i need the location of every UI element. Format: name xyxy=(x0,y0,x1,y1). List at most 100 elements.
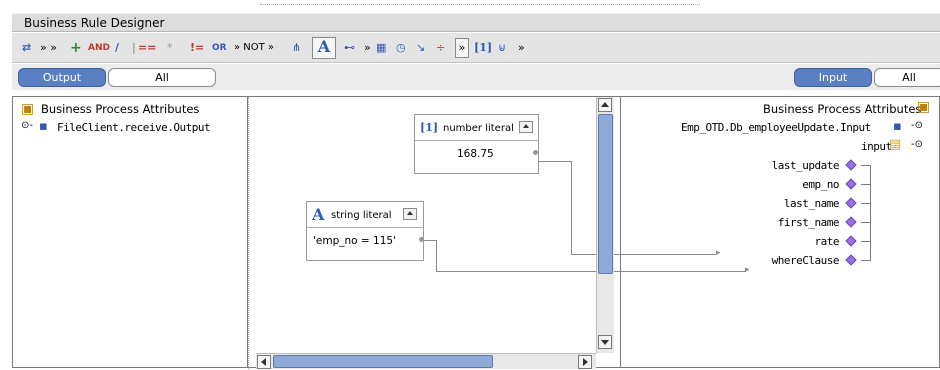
output-port[interactable] xyxy=(533,150,538,155)
string-literal-value[interactable]: 'emp_no = 115' xyxy=(313,235,396,247)
collapse-icon[interactable] xyxy=(403,208,417,220)
field-diamond-icon xyxy=(845,254,857,266)
not-icon[interactable]: » NOT » xyxy=(234,39,274,57)
collapse-icon[interactable] xyxy=(519,121,533,133)
tab-input[interactable]: Input xyxy=(794,68,872,87)
tab-output[interactable]: Output xyxy=(18,68,106,87)
otd-icon: ▪ xyxy=(39,119,48,134)
clock-icon[interactable]: ◷ xyxy=(396,39,406,57)
tab-all-right[interactable]: All xyxy=(874,68,940,87)
tab-all-left[interactable]: All xyxy=(108,68,216,87)
string-literal-label: string literal xyxy=(331,210,392,221)
and-icon[interactable]: AND xyxy=(88,39,110,57)
connector-line xyxy=(571,161,572,255)
scroll-down-button[interactable] xyxy=(598,335,612,349)
number-literal-icon[interactable]: [1] xyxy=(474,39,492,57)
arrow-down-icon xyxy=(601,340,609,345)
tree-branch-icon xyxy=(861,222,870,223)
or-icon[interactable]: OR xyxy=(212,39,227,57)
connector-arrow-icon: ▸ xyxy=(745,265,750,275)
designer-title-bar: Business Rule Designer xyxy=(12,13,940,32)
number-literal-value[interactable]: 168.75 xyxy=(457,148,494,160)
arrow-up-icon xyxy=(601,102,609,107)
arrow-left-icon xyxy=(261,358,266,366)
horizontal-scrollbar[interactable] xyxy=(256,353,596,369)
expand-toggle-icon[interactable]: ⊙- xyxy=(21,120,33,131)
tree-root-label: Business Process Attributes xyxy=(41,102,200,116)
number-literal-header: [1] number literal xyxy=(415,115,538,141)
expand-icon[interactable]: » xyxy=(455,38,469,58)
connector-line xyxy=(436,240,437,271)
window-title: Business Rule Designer xyxy=(24,16,165,30)
tree-branch-icon xyxy=(861,241,870,242)
right-tab-bar: Input All xyxy=(620,64,940,90)
toolbar-separator-icon: | xyxy=(132,41,136,54)
string-literal-header: A string literal xyxy=(307,202,423,228)
calendar-icon[interactable]: ▦ xyxy=(376,39,386,57)
field-first-name[interactable]: first_name xyxy=(761,216,840,229)
mapping-canvas[interactable]: [1] number literal 168.75 A string liter… xyxy=(248,96,620,369)
scroll-up-button[interactable] xyxy=(598,98,612,112)
slash-icon[interactable]: / xyxy=(115,39,119,57)
scroll-right-button[interactable] xyxy=(578,355,592,369)
toolbar-chevron-icon[interactable]: » xyxy=(364,39,371,57)
string-literal-box[interactable]: A string literal 'emp_no = 115' xyxy=(306,201,424,261)
expand-toggle-icon[interactable]: -⊙ xyxy=(911,139,923,150)
field-diamond-icon xyxy=(845,197,857,209)
left-tab-bar: Output All xyxy=(12,64,248,90)
vertical-scroll-thumb[interactable] xyxy=(598,114,613,274)
connector-line xyxy=(621,254,716,255)
field-diamond-icon xyxy=(845,235,857,247)
tree-branch-icon xyxy=(861,184,870,185)
field-diamond-icon xyxy=(845,178,857,190)
input-folder-icon: ▤ xyxy=(889,137,902,152)
tree-branch-icon xyxy=(861,260,870,261)
field-diamond-icon xyxy=(845,216,857,228)
tree-vertical-line xyxy=(870,165,871,261)
field-last-update[interactable]: last_update xyxy=(761,159,840,172)
plus-icon[interactable]: + xyxy=(70,39,82,57)
toolbar-chevrons[interactable]: » » xyxy=(40,39,57,57)
connector-arrow-icon: ▸ xyxy=(716,248,721,258)
tree-sub-label[interactable]: input xyxy=(861,140,892,153)
divide-icon[interactable]: ÷ xyxy=(436,39,445,57)
toolbar: ⇄ » » + AND / | == * != OR » NOT » ⋔ A ⊷… xyxy=(12,33,940,63)
number-literal-label: number literal xyxy=(443,123,514,134)
field-where-clause[interactable]: whereClause xyxy=(761,254,840,267)
tree-icon[interactable]: ⋔ xyxy=(292,39,301,57)
string-literal-icon[interactable]: A xyxy=(312,37,336,59)
link-icon[interactable]: ⊷ xyxy=(344,39,355,57)
tree-branch-icon xyxy=(861,203,870,204)
unicode-icon[interactable]: ⊌ xyxy=(498,39,506,57)
connect-icon[interactable]: ⇄ xyxy=(22,39,31,57)
equals-icon[interactable]: == xyxy=(138,39,156,57)
canvas-left-edge xyxy=(248,97,250,369)
horizontal-scroll-thumb[interactable] xyxy=(273,355,493,368)
field-diamond-icon xyxy=(845,159,857,171)
tree-branch-icon xyxy=(861,165,870,166)
string-literal-box-icon: A xyxy=(312,205,325,224)
vertical-scrollbar[interactable] xyxy=(596,97,614,353)
connector-line xyxy=(424,240,436,241)
field-emp-no[interactable]: emp_no xyxy=(761,178,839,191)
folder-icon: ▣ xyxy=(21,101,35,117)
tree-child-label[interactable]: FileClient.receive.Output xyxy=(57,121,211,134)
number-literal-box-icon: [1] xyxy=(420,121,439,134)
tab-bar-spacer xyxy=(248,64,620,90)
scroll-left-button[interactable] xyxy=(257,355,271,369)
number-literal-box[interactable]: [1] number literal 168.75 xyxy=(414,114,539,174)
tree-child-label[interactable]: Emp_OTD.Db_employeeUpdate.Input xyxy=(681,121,871,134)
panel-resize-grip[interactable] xyxy=(260,4,700,6)
arrow-right-icon xyxy=(583,358,588,366)
expand-toggle-icon[interactable]: -⊙ xyxy=(911,120,923,131)
field-rate[interactable]: rate xyxy=(761,235,840,248)
toolbar-overflow-icon[interactable]: » xyxy=(518,39,525,57)
connector-line xyxy=(621,271,746,272)
connector-line xyxy=(539,161,571,162)
star-icon[interactable]: * xyxy=(167,39,173,57)
decimal-icon[interactable]: ↘ xyxy=(416,39,425,57)
field-last-name[interactable]: last_name xyxy=(761,197,840,210)
otd-icon: ▪ xyxy=(893,119,902,134)
not-equal-icon[interactable]: != xyxy=(190,39,204,57)
folder-icon: ▣ xyxy=(917,99,931,115)
